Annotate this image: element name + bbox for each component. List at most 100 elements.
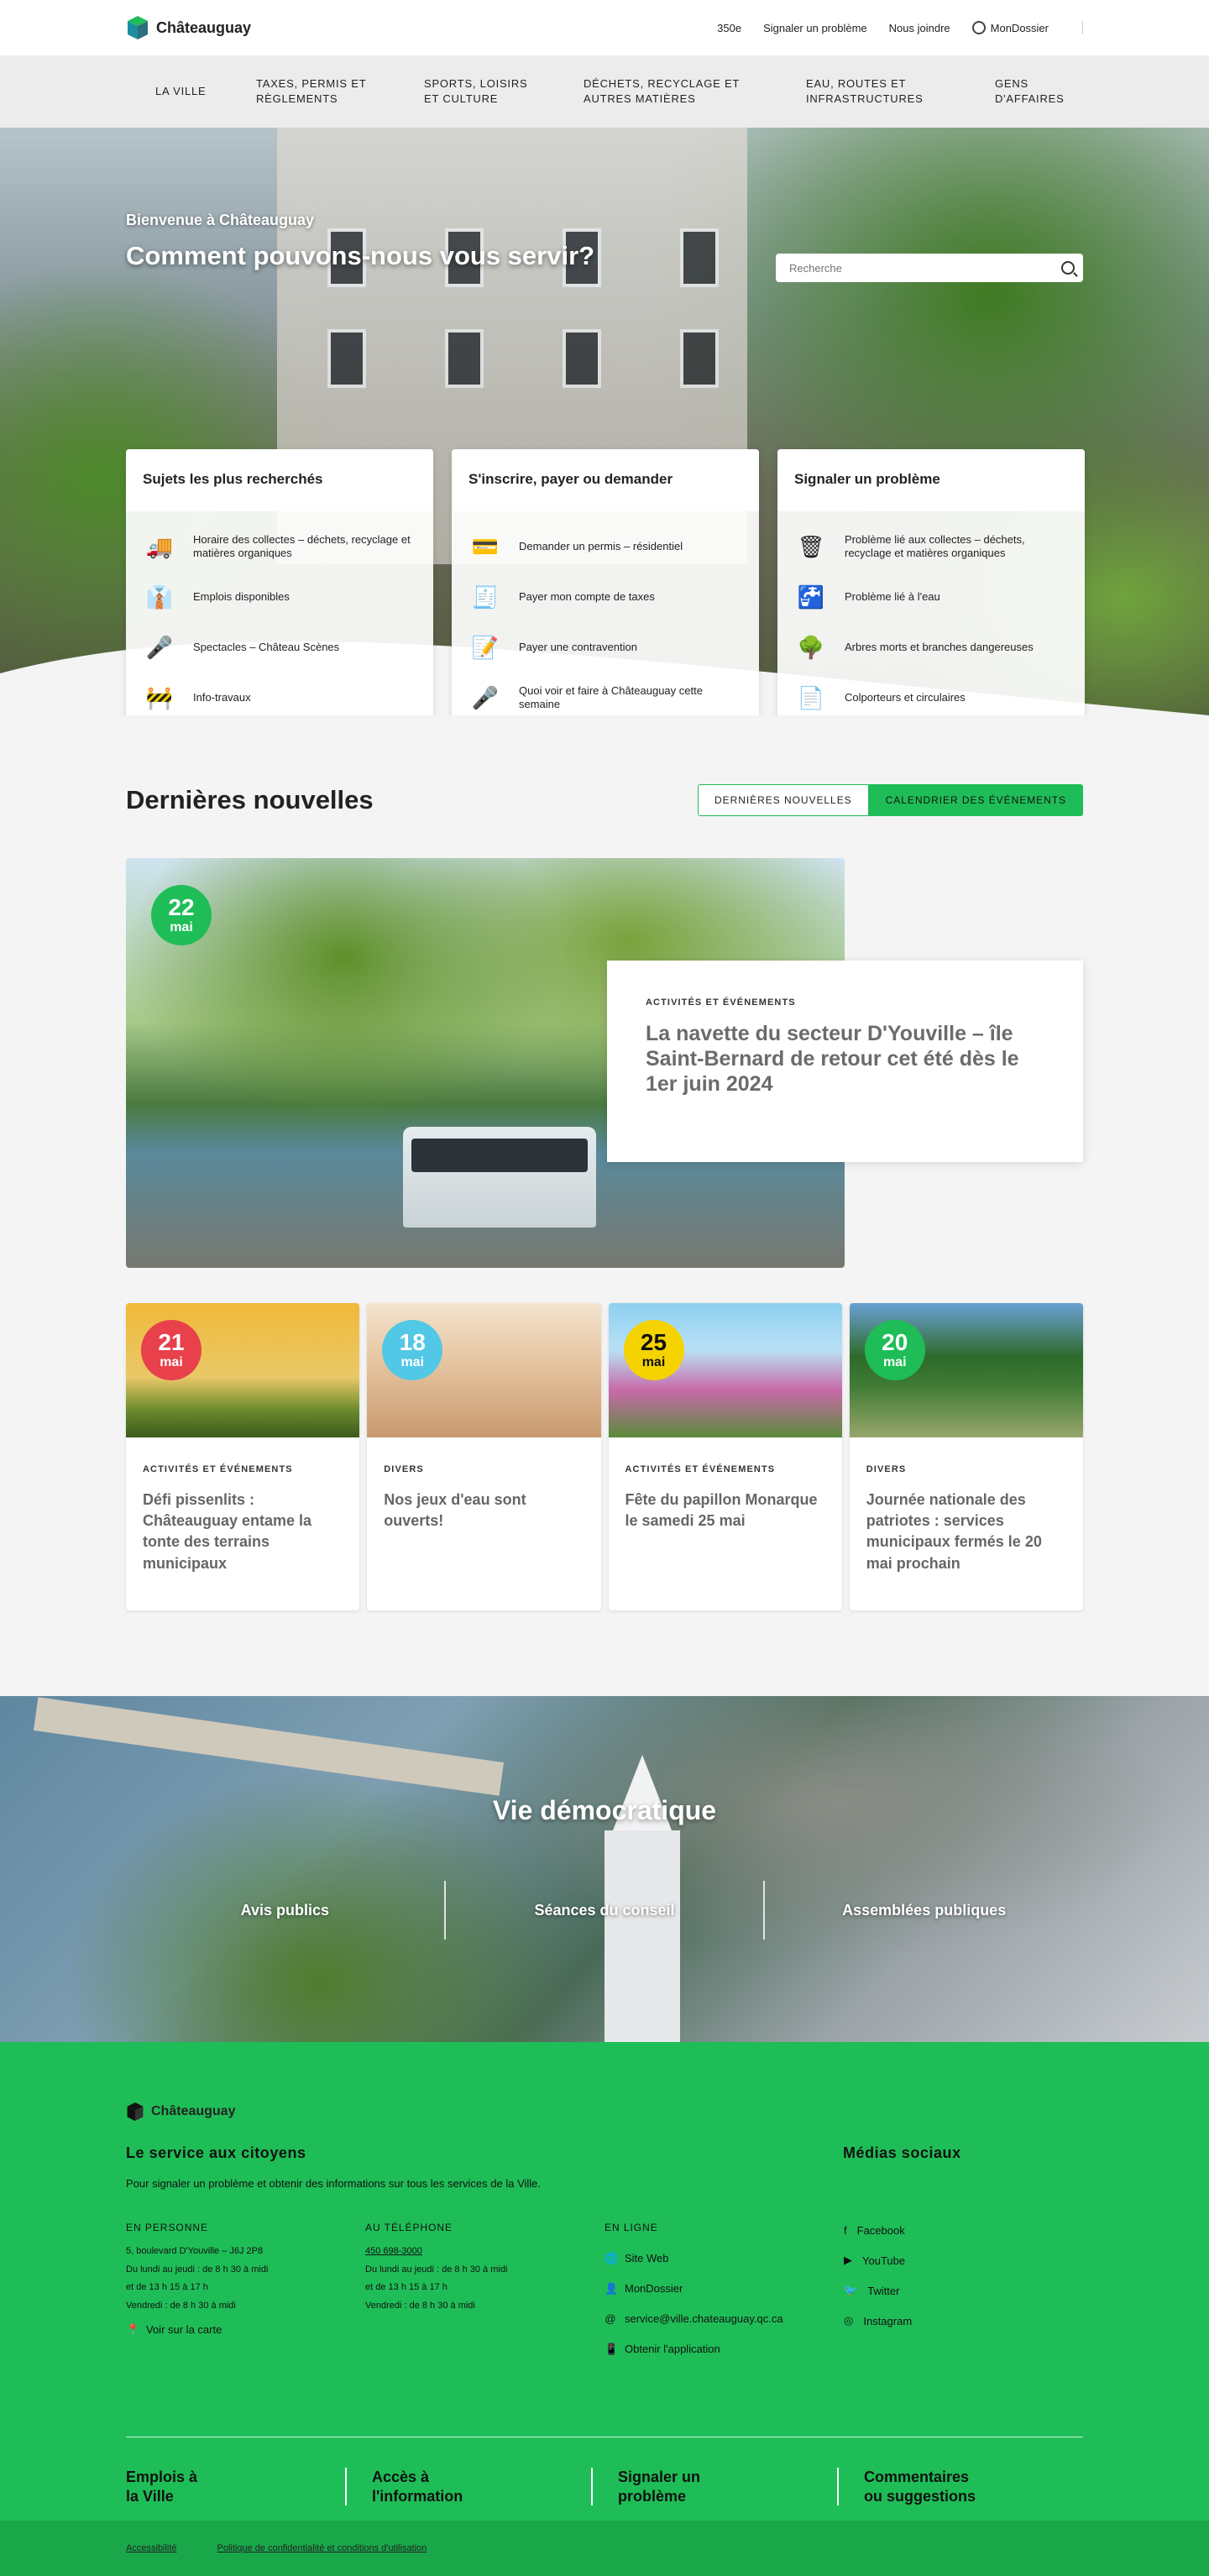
news-card-title[interactable]: Défi pissenlits : Châteauguay entame la … bbox=[126, 1474, 359, 1574]
news-card-title[interactable]: Fête du papillon Monarque le samedi 25 m… bbox=[609, 1474, 842, 1531]
search-input[interactable] bbox=[789, 261, 1061, 275]
date-badge: 21 mai bbox=[141, 1320, 202, 1380]
news-card[interactable]: 20 mai DIVERS Journée nationale des patriot… bbox=[849, 1303, 1083, 1610]
news-card-photo: 25 mai bbox=[608, 1303, 842, 1437]
address-line: 5, boulevard D'Youville – J6J 2P8 bbox=[126, 2246, 264, 2257]
nav-affaires[interactable]: GENS D'AFFAIRES bbox=[995, 76, 1064, 106]
faucet-icon: 🚰 bbox=[797, 584, 825, 610]
online-link[interactable]: 👤 MonDossier bbox=[604, 2273, 844, 2303]
service-description: Pour signaler un problème et obtenir des… bbox=[126, 2177, 542, 2190]
social-title: Médias sociaux bbox=[843, 2144, 961, 2161]
site-logo[interactable]: Châteauguay bbox=[126, 16, 251, 39]
ticket-icon: 📝 bbox=[471, 634, 500, 660]
link-report-problem[interactable]: Signaler un problème bbox=[591, 2468, 837, 2505]
social-link[interactable]: f Facebook bbox=[844, 2215, 1083, 2245]
service-card-item-label: Info-travaux bbox=[193, 690, 251, 704]
phone-number[interactable]: 450 698-3000 bbox=[365, 2243, 604, 2260]
date-day: 20 bbox=[882, 1329, 908, 1355]
service-card-item[interactable]: 🌳 Arbres morts et branches dangereuses bbox=[794, 622, 1068, 673]
service-card-title: Signaler un problème bbox=[777, 449, 1085, 511]
tab-latest-news[interactable]: DERNIÈRES NOUVELLES bbox=[698, 784, 869, 816]
link-350e[interactable]: 350e bbox=[717, 22, 741, 34]
service-card-title: Sujets les plus recherchés bbox=[126, 449, 433, 511]
nav-dechets[interactable]: DÉCHETS, RECYCLAGE ET AUTRES MATIÈRES bbox=[584, 76, 806, 106]
service-card-list: 🚚 Horaire des collectes – déchets, recycl… bbox=[126, 511, 433, 715]
tab-event-calendar[interactable]: CALENDRIER DES ÉVÉNEMENTS bbox=[868, 784, 1083, 816]
link-comments[interactable]: Commentaires ou suggestions bbox=[837, 2468, 1083, 2505]
link-report-problem[interactable]: Signaler un problème bbox=[763, 22, 867, 34]
service-card-item[interactable]: 🧾 Payer mon compte de taxes bbox=[468, 572, 742, 622]
link-public-notices[interactable]: Avis publics bbox=[126, 1881, 444, 1940]
date-month: mai bbox=[882, 1355, 907, 1369]
link-contact[interactable]: Nous joindre bbox=[889, 22, 950, 34]
date-month: mai bbox=[641, 1355, 666, 1369]
search-icon[interactable] bbox=[1061, 261, 1075, 275]
link-access-info[interactable]: Accès à l'information bbox=[345, 2468, 591, 2505]
service-card-list: 🗑 Problème lié aux collectes – déchets, r… bbox=[777, 511, 1085, 715]
service-card: S'inscrire, payer ou demander 💳 Demander u… bbox=[452, 449, 759, 715]
nav-sports[interactable]: SPORTS, LOISIRS ET CULTURE bbox=[424, 76, 584, 106]
news-card-photo: 18 mai bbox=[367, 1303, 601, 1437]
link-council-meetings[interactable]: Séances du conseil bbox=[443, 1881, 764, 1940]
service-card-item-label: Colporteurs et circulaires bbox=[845, 690, 966, 704]
online-column: EN LIGNE 🌐 Site Web 👤 MonDossier @ service@vi… bbox=[604, 2218, 844, 2364]
service-title: Le service aux citoyens bbox=[126, 2144, 306, 2161]
hero-content: Bienvenue à Châteauguay Comment pouvons-… bbox=[126, 212, 1083, 282]
nav-la-ville[interactable]: LA VILLE bbox=[126, 84, 227, 99]
social-link[interactable]: ◎ Instagram bbox=[844, 2306, 1083, 2336]
map-link[interactable]: 📍 Voir sur la carte bbox=[126, 2315, 365, 2345]
map-link-label: Voir sur la carte bbox=[146, 2323, 222, 2337]
truck-calendar-icon: 🚚 bbox=[145, 533, 174, 559]
service-card-item[interactable]: 🗑 Problème lié aux collectes – déchets, r… bbox=[794, 521, 1068, 572]
traffic-cone-icon: 🚧 bbox=[145, 684, 174, 710]
hours-line: et de 13 h 15 à 17 h bbox=[365, 2282, 447, 2293]
news-card-title[interactable]: Nos jeux d'eau sont ouverts! bbox=[367, 1474, 600, 1531]
service-card-item[interactable]: 🎤 Quoi voir et faire à Châteauguay cette … bbox=[468, 673, 742, 715]
service-card-item[interactable]: 🎤 Spectacles – Château Scènes bbox=[143, 622, 416, 673]
hours-line: Vendredi : de 8 h 30 à midi bbox=[365, 2300, 475, 2311]
date-month: mai bbox=[170, 920, 193, 935]
service-card-item-label: Emplois disponibles bbox=[193, 589, 290, 603]
date-month: mai bbox=[400, 1355, 425, 1369]
footer-logo[interactable]: Châteauguay bbox=[126, 2102, 1083, 2121]
mondossier-link[interactable]: MonDossier bbox=[971, 21, 1049, 34]
service-card-item-label: Demander un permis – résidentiel bbox=[519, 539, 683, 552]
online-link[interactable]: 📱 Obtenir l'application bbox=[604, 2333, 844, 2364]
news-card[interactable]: 21 mai ACTIVITÉS ET ÉVÉNEMENTS Défi pissenl… bbox=[126, 1303, 360, 1610]
news-card-title[interactable]: Journée nationale des patriotes : servic… bbox=[850, 1474, 1083, 1574]
link-public-assemblies[interactable]: Assemblées publiques bbox=[763, 1881, 1083, 1940]
bin-icon: 🗑 bbox=[797, 533, 825, 559]
service-card: Signaler un problème 🗑 Problème lié aux co… bbox=[777, 449, 1085, 715]
service-card-item[interactable]: 🚚 Horaire des collectes – déchets, recycl… bbox=[143, 521, 416, 572]
featured-news-title[interactable]: La navette du secteur D'Youville – île S… bbox=[646, 1021, 1044, 1097]
service-card-item[interactable]: 💳 Demander un permis – résidentiel bbox=[468, 521, 742, 572]
date-badge: 20 mai bbox=[864, 1320, 925, 1380]
service-card-item[interactable]: 🚰 Problème lié à l'eau bbox=[794, 572, 1068, 622]
online-link[interactable]: @ service@ville.chateauguay.qc.ca bbox=[604, 2303, 844, 2333]
mondossier-label: MonDossier bbox=[990, 21, 1049, 34]
date-month: mai bbox=[160, 1355, 183, 1369]
nav-taxes[interactable]: TAXES, PERMIS ET RÈGLEMENTS bbox=[227, 76, 424, 106]
link-jobs[interactable]: Emplois à la Ville bbox=[126, 2468, 345, 2505]
service-card-item[interactable]: 📄 Colporteurs et circulaires bbox=[794, 673, 1068, 715]
twitter-icon: 🐦 bbox=[844, 2284, 858, 2296]
nav-eau[interactable]: EAU, ROUTES ET INFRASTRUCTURES bbox=[806, 76, 995, 106]
featured-news[interactable]: 22 mai ACTIVITÉS ET ÉVÉNEMENTS La navett… bbox=[126, 858, 1083, 1268]
link-accessibility[interactable]: Accessibilité bbox=[126, 2543, 177, 2553]
hero: Bienvenue à Châteauguay Comment pouvons-… bbox=[0, 128, 1209, 715]
online-link-label: Site Web bbox=[625, 2251, 669, 2264]
link-privacy[interactable]: Politique de confidentialité et conditio… bbox=[217, 2543, 427, 2553]
service-card-item[interactable]: 🚧 Info-travaux bbox=[143, 673, 416, 715]
news-card[interactable]: 25 mai ACTIVITÉS ET ÉVÉNEMENTS Fête du papi… bbox=[608, 1303, 842, 1610]
news-card[interactable]: 18 mai DIVERS Nos jeux d'eau sont ouverts! bbox=[367, 1303, 601, 1610]
online-label: EN LIGNE bbox=[604, 2222, 658, 2233]
service-card-item[interactable]: 👔 Emplois disponibles bbox=[143, 572, 416, 622]
online-link-label: service@ville.chateauguay.qc.ca bbox=[625, 2312, 783, 2325]
service-card-item-label: Spectacles – Château Scènes bbox=[193, 640, 340, 653]
service-card-item[interactable]: 📝 Payer une contravention bbox=[468, 622, 742, 673]
social-link-label: YouTube bbox=[862, 2254, 906, 2267]
facebook-icon: f bbox=[844, 2223, 847, 2237]
online-link[interactable]: 🌐 Site Web bbox=[604, 2243, 844, 2273]
social-link[interactable]: 🐦 Twitter bbox=[844, 2275, 1083, 2306]
social-link[interactable]: ▶ YouTube bbox=[844, 2245, 1083, 2275]
